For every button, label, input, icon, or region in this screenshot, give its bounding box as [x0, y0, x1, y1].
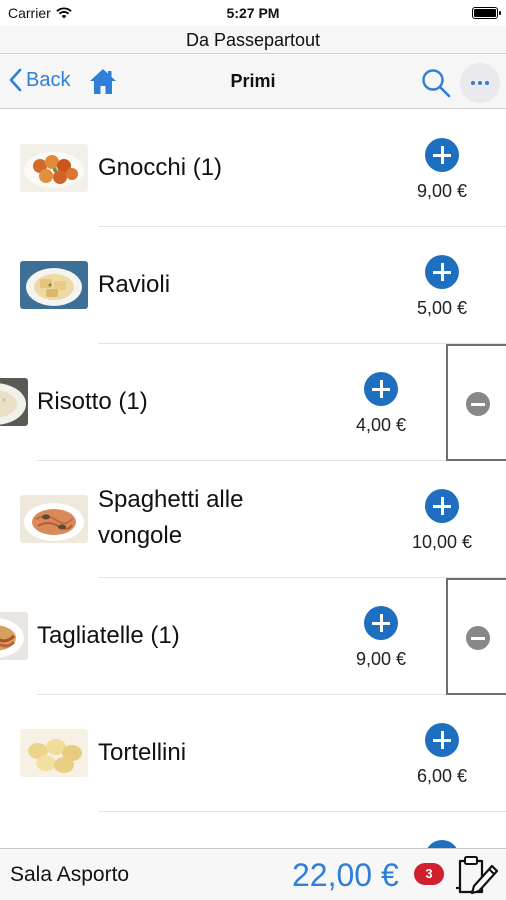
home-button[interactable] — [88, 66, 118, 101]
item-price: 9,00 € — [416, 181, 468, 201]
back-button[interactable]: Back — [8, 68, 70, 92]
list-item[interactable]: Tagliatelle (1) 9,00 € — [0, 578, 506, 695]
order-button[interactable] — [454, 854, 500, 900]
battery-level — [474, 9, 496, 17]
list-item[interactable]: Risotto (1) 4,00 € — [0, 344, 506, 461]
list-item[interactable]: Ravioli 5,00 € — [0, 227, 506, 344]
list-item[interactable] — [0, 812, 506, 848]
item-price: 10,00 € — [411, 532, 473, 552]
more-dot-icon — [485, 81, 489, 85]
bottom-bar: Sala Asporto 22,00 € 3 — [0, 848, 506, 900]
add-button[interactable] — [425, 840, 459, 848]
spaghetti-thumbnail — [20, 495, 88, 543]
add-button[interactable] — [364, 372, 398, 406]
status-time: 5:27 PM — [226, 5, 280, 21]
more-dot-icon — [471, 81, 475, 85]
dish-list: Gnocchi (1) 9,00 € Ravioli 5,00 € Risott… — [0, 110, 506, 848]
search-button[interactable] — [420, 67, 452, 104]
list-item[interactable]: Gnocchi (1) 9,00 € — [0, 110, 506, 227]
order-total[interactable]: 22,00 € — [292, 857, 399, 894]
app-title: Da Passepartout — [0, 26, 506, 54]
add-button[interactable] — [425, 723, 459, 757]
item-name: Ravioli — [98, 271, 171, 298]
item-name: Spaghetti alle vongole — [98, 486, 244, 549]
minus-circle-icon — [466, 626, 490, 650]
item-name: Gnocchi (1) — [98, 154, 223, 181]
add-button[interactable] — [425, 255, 459, 289]
tortellini-thumbnail — [20, 729, 88, 777]
item-price: 5,00 € — [416, 298, 468, 318]
status-bar: Carrier 5:27 PM — [0, 0, 506, 26]
item-name: Risotto (1) — [37, 388, 148, 415]
battery-icon — [472, 7, 501, 19]
remove-button[interactable] — [446, 344, 506, 461]
item-price: 6,00 € — [416, 766, 468, 786]
list-item[interactable]: Spaghetti alle vongole 10,00 € — [0, 461, 506, 578]
room-label: Sala Asporto — [10, 863, 130, 886]
add-button[interactable] — [364, 606, 398, 640]
back-label: Back — [26, 68, 71, 91]
gnocchi-thumbnail — [20, 144, 88, 192]
clipboard-edit-icon — [456, 856, 499, 895]
tagliatelle-thumbnail — [0, 612, 28, 660]
item-price: 4,00 € — [355, 415, 407, 435]
home-icon — [90, 69, 116, 94]
add-button[interactable] — [425, 489, 459, 523]
item-name: Tagliatelle (1) — [37, 622, 180, 649]
item-price: 9,00 € — [355, 649, 407, 669]
remove-button[interactable] — [446, 578, 506, 695]
risotto-thumbnail — [0, 378, 28, 426]
item-count-badge: 3 — [414, 863, 444, 885]
chevron-left-icon — [9, 68, 22, 92]
ravioli-thumbnail — [20, 261, 88, 309]
nav-bar: Back Primi — [0, 55, 506, 109]
item-name: Tortellini — [98, 739, 187, 766]
more-dot-icon — [478, 81, 482, 85]
minus-circle-icon — [466, 392, 490, 416]
list-item[interactable]: Tortellini 6,00 € — [0, 695, 506, 812]
more-button[interactable] — [460, 63, 500, 103]
search-icon — [422, 69, 451, 98]
add-button[interactable] — [425, 138, 459, 172]
